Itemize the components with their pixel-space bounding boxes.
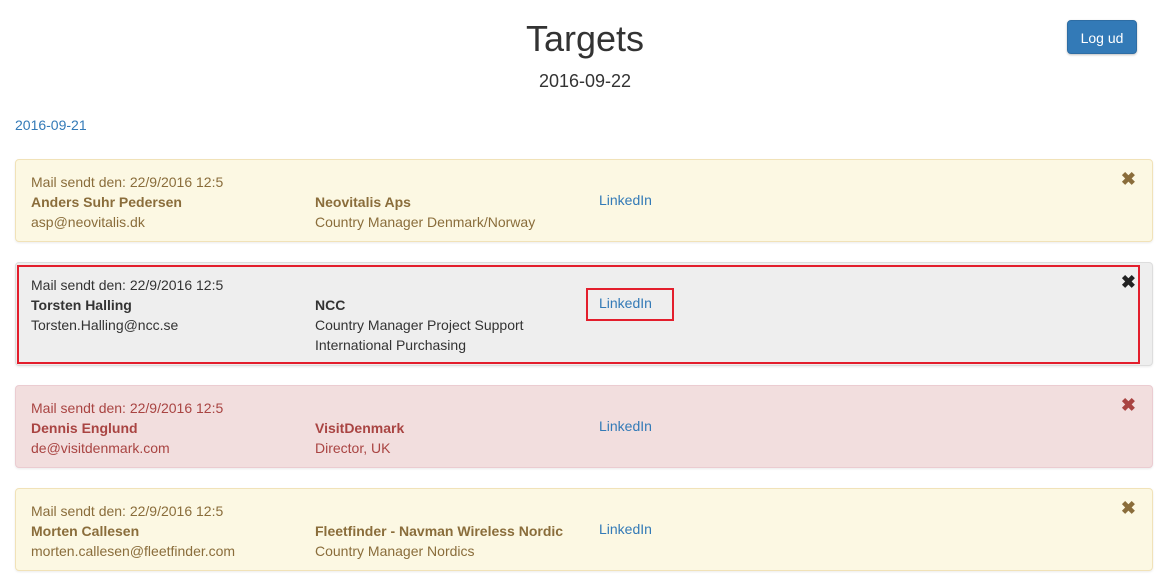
contact-name: Anders Suhr Pedersen	[31, 194, 182, 210]
contact-name: Torsten Halling	[31, 297, 132, 313]
mail-sent-label: Mail sendt den: 22/9/2016 12:5	[31, 503, 224, 519]
company-name: Fleetfinder - Navman Wireless Nordic	[315, 523, 564, 539]
job-title: Country Manager Project Support	[315, 317, 524, 333]
close-icon[interactable]: ✖	[1121, 395, 1136, 415]
mail-sent-label: Mail sendt den: 22/9/2016 12:5	[31, 174, 224, 190]
company-name: NCC	[315, 297, 346, 313]
job-title-line2: International Purchasing	[315, 337, 466, 353]
mail-sent-label: Mail sendt den: 22/9/2016 12:5	[31, 277, 224, 293]
linkedin-link[interactable]: LinkedIn	[599, 418, 652, 434]
contact-email: morten.callesen@fleetfinder.com	[31, 543, 236, 559]
close-icon[interactable]: ✖	[1121, 498, 1136, 518]
contact-name: Dennis Englund	[31, 420, 138, 436]
company-name: VisitDenmark	[315, 420, 405, 436]
contact-email: asp@neovitalis.dk	[31, 214, 145, 230]
job-title: Country Manager Nordics	[315, 543, 475, 559]
target-card: Mail sendt den: 22/9/2016 12:5 Anders Su…	[15, 159, 1153, 242]
linkedin-link[interactable]: LinkedIn	[599, 521, 652, 537]
close-icon[interactable]: ✖	[1121, 272, 1136, 292]
target-card: Mail sendt den: 22/9/2016 12:5 Dennis En…	[15, 385, 1153, 468]
company-name: Neovitalis Aps	[315, 194, 411, 210]
mail-sent-label: Mail sendt den: 22/9/2016 12:5	[31, 400, 224, 416]
contact-name: Morten Callesen	[31, 523, 140, 539]
linkedin-link[interactable]: LinkedIn	[599, 295, 652, 311]
page-date: 2016-09-22	[538, 71, 632, 91]
target-card: Mail sendt den: 22/9/2016 12:5 Torsten H…	[15, 262, 1153, 366]
previous-date-link[interactable]: 2016-09-21	[15, 115, 87, 135]
close-icon[interactable]: ✖	[1121, 169, 1136, 189]
linkedin-link[interactable]: LinkedIn	[599, 192, 652, 208]
contact-email: Torsten.Halling@ncc.se	[31, 317, 179, 333]
job-title: Country Manager Denmark/Norway	[315, 214, 536, 230]
job-title: Director, UK	[315, 440, 391, 456]
page-title: Targets	[525, 18, 645, 59]
target-card: Mail sendt den: 22/9/2016 12:5 Morten Ca…	[15, 488, 1153, 571]
contact-email: de@visitdenmark.com	[31, 440, 170, 456]
logout-button[interactable]: Log ud	[1067, 20, 1137, 54]
